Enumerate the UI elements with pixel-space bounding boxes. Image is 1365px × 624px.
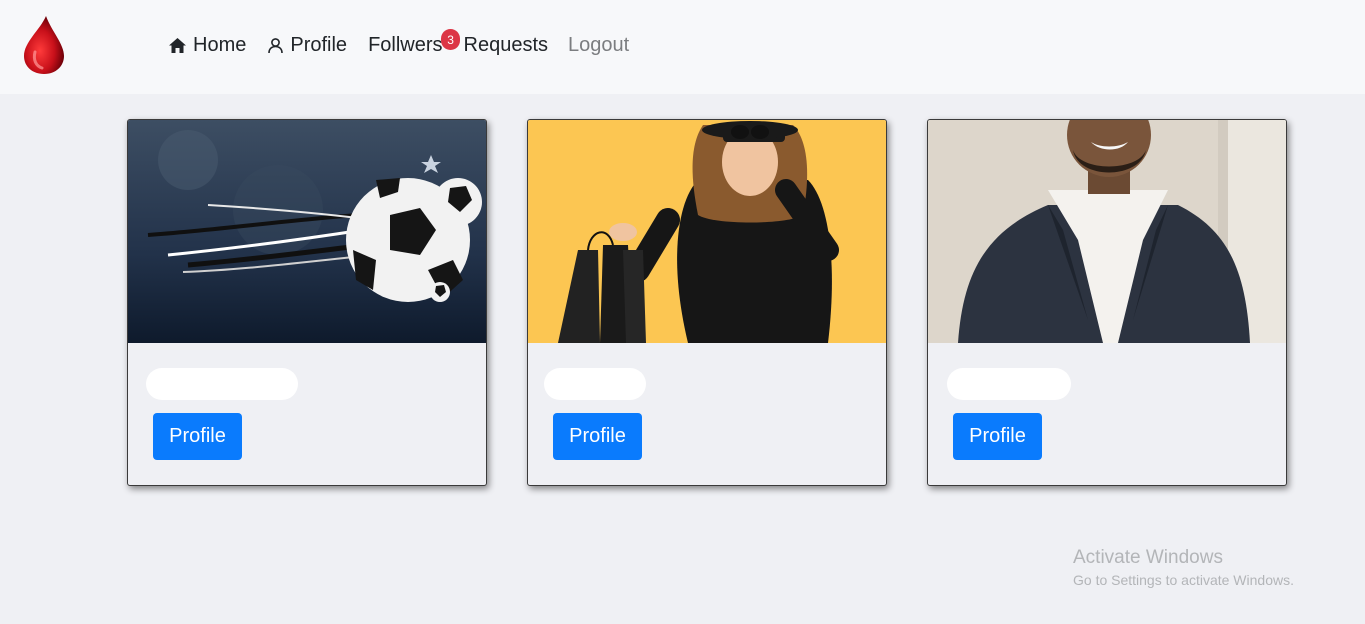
redacted-name: [544, 368, 646, 400]
user-card: Profile: [527, 119, 887, 486]
profile-button[interactable]: Profile: [953, 413, 1042, 460]
nav-home-label: Home: [193, 34, 247, 56]
user-card: Profile: [927, 119, 1287, 486]
main-nav: Home Profile Follwers 3 Requests Logout: [168, 29, 629, 57]
user-card: Profile: [127, 119, 487, 486]
followers-count-badge: 3: [441, 29, 461, 50]
home-icon: [169, 38, 186, 53]
nav-home[interactable]: Home: [168, 34, 246, 57]
nav-profile-label: Profile: [290, 34, 348, 56]
nav-logout[interactable]: Logout: [568, 34, 629, 57]
nav-logout-label: Logout: [568, 34, 630, 56]
soccer-ball-image: [128, 120, 486, 343]
redacted-name: [947, 368, 1071, 400]
profile-button[interactable]: Profile: [153, 413, 242, 460]
profile-button[interactable]: Profile: [553, 413, 642, 460]
nav-requests[interactable]: Requests: [464, 34, 549, 57]
navbar: Home Profile Follwers 3 Requests Logout: [0, 0, 1365, 94]
nav-followers-label: Follwers: [368, 34, 443, 56]
nav-requests-label: Requests: [463, 34, 549, 56]
redacted-name: [146, 368, 298, 400]
woman-with-shopping-bags-image: [528, 120, 886, 343]
nav-followers[interactable]: Follwers 3: [368, 29, 461, 57]
activate-windows-watermark: Activate Windows Go to Settings to activ…: [1073, 547, 1294, 588]
man-in-suit-image: [928, 120, 1286, 343]
watermark-title: Activate Windows: [1073, 547, 1223, 568]
blood-drop-logo-icon[interactable]: [20, 14, 68, 76]
user-icon: [268, 38, 284, 54]
nav-profile[interactable]: Profile: [267, 34, 347, 57]
watermark-subtitle: Go to Settings to activate Windows.: [1073, 572, 1294, 588]
